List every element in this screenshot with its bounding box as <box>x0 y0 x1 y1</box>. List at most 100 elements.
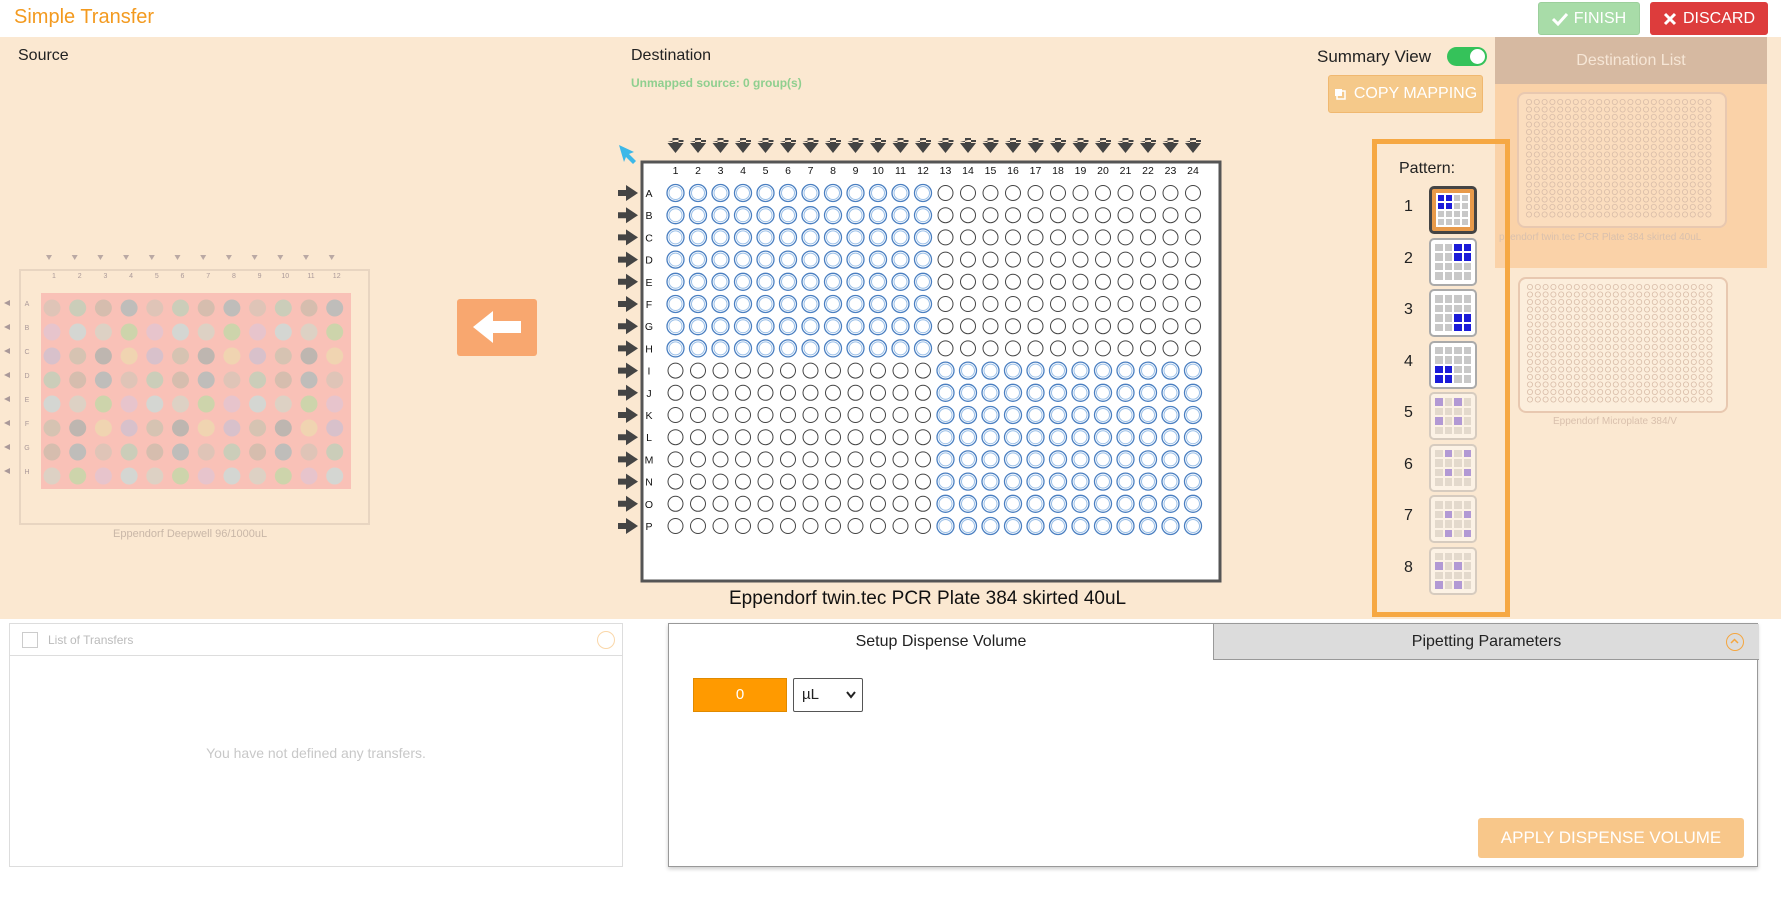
pattern-option-3[interactable] <box>1429 289 1477 337</box>
well[interactable] <box>1185 340 1201 357</box>
well-selected[interactable] <box>756 317 775 336</box>
well[interactable] <box>1095 185 1111 201</box>
well-selected[interactable] <box>913 183 933 203</box>
well-selected[interactable] <box>1093 516 1113 536</box>
well[interactable] <box>690 429 706 446</box>
well[interactable] <box>960 251 976 268</box>
well-selected[interactable] <box>733 294 753 314</box>
well[interactable] <box>1027 296 1044 312</box>
pattern-option-6[interactable] <box>1429 443 1477 492</box>
well[interactable] <box>1027 318 1044 335</box>
column-select-arrow[interactable] <box>757 138 774 153</box>
well[interactable] <box>667 451 684 468</box>
well-selected[interactable] <box>981 494 1000 513</box>
well-selected[interactable] <box>1003 383 1023 402</box>
well-selected[interactable] <box>1138 383 1158 402</box>
well-selected[interactable] <box>1183 516 1203 536</box>
row-select-arrow[interactable] <box>4 372 10 378</box>
well-selected[interactable] <box>1003 428 1023 447</box>
column-select-arrow[interactable] <box>780 138 796 153</box>
well-selected[interactable] <box>1071 405 1090 425</box>
well-selected[interactable] <box>913 317 933 336</box>
well[interactable] <box>1005 296 1021 312</box>
well[interactable] <box>757 362 774 379</box>
well-selected[interactable] <box>1003 450 1023 469</box>
well-selected[interactable] <box>1003 405 1023 425</box>
row-select-arrow[interactable] <box>618 273 638 290</box>
row-select-arrow[interactable] <box>618 518 638 534</box>
well[interactable] <box>780 362 796 379</box>
well[interactable] <box>915 451 931 468</box>
well[interactable] <box>757 384 774 401</box>
well[interactable] <box>960 340 976 357</box>
well-selected[interactable] <box>1116 516 1135 536</box>
well[interactable] <box>1162 251 1179 268</box>
well-selected[interactable] <box>801 317 820 336</box>
well-selected[interactable] <box>1116 450 1135 469</box>
well[interactable] <box>712 362 729 379</box>
well[interactable] <box>1095 251 1111 268</box>
row-select-arrow[interactable] <box>4 300 10 306</box>
well-selected[interactable] <box>823 339 843 358</box>
well-selected[interactable] <box>823 183 843 203</box>
well-selected[interactable] <box>846 206 865 225</box>
well-selected[interactable] <box>1003 494 1023 513</box>
well[interactable] <box>735 407 751 423</box>
well-selected[interactable] <box>1026 361 1045 380</box>
well[interactable] <box>1140 229 1156 246</box>
well[interactable] <box>960 318 976 335</box>
well[interactable] <box>735 473 751 490</box>
well-selected[interactable] <box>733 183 753 203</box>
well-selected[interactable] <box>1003 361 1023 380</box>
column-select-arrow[interactable] <box>982 138 999 153</box>
summary-view-toggle[interactable] <box>1447 47 1487 66</box>
well-selected[interactable] <box>688 250 708 269</box>
well[interactable] <box>802 473 819 490</box>
well-selected[interactable] <box>913 250 933 269</box>
pattern-option-2[interactable] <box>1429 237 1477 286</box>
well[interactable] <box>1140 251 1156 268</box>
well[interactable] <box>1117 296 1134 312</box>
pattern-option-8[interactable] <box>1429 546 1477 595</box>
column-select-arrow[interactable] <box>712 138 729 153</box>
well[interactable] <box>1050 185 1066 201</box>
well-selected[interactable] <box>1048 361 1068 380</box>
well[interactable] <box>1072 273 1089 290</box>
column-select-arrow[interactable] <box>328 255 335 260</box>
well-selected[interactable] <box>981 516 1000 536</box>
well-selected[interactable] <box>891 294 910 314</box>
well-selected[interactable] <box>1048 405 1068 425</box>
well[interactable] <box>735 429 751 446</box>
well[interactable] <box>1027 185 1044 201</box>
well-selected[interactable] <box>1093 383 1113 402</box>
well-selected[interactable] <box>981 405 1000 425</box>
well-selected[interactable] <box>666 206 685 225</box>
well[interactable] <box>847 384 864 401</box>
well-selected[interactable] <box>891 317 910 336</box>
well-selected[interactable] <box>1161 516 1180 536</box>
well-selected[interactable] <box>1161 472 1180 491</box>
well-selected[interactable] <box>711 250 730 269</box>
well[interactable] <box>847 451 864 468</box>
well-selected[interactable] <box>778 183 798 203</box>
well-selected[interactable] <box>733 339 753 358</box>
well-selected[interactable] <box>823 317 843 336</box>
well-selected[interactable] <box>801 294 820 314</box>
row-select-arrow[interactable] <box>618 362 638 379</box>
well[interactable] <box>667 362 684 379</box>
collapse-icon[interactable] <box>1726 633 1744 651</box>
well[interactable] <box>825 495 841 512</box>
column-select-arrow[interactable] <box>1140 138 1156 153</box>
row-select-arrow[interactable] <box>4 468 10 474</box>
unit-select[interactable]: µL <box>793 678 863 712</box>
well[interactable] <box>1185 273 1201 290</box>
well-selected[interactable] <box>936 428 955 447</box>
well[interactable] <box>937 340 954 357</box>
column-select-arrow[interactable] <box>277 255 284 260</box>
well[interactable] <box>667 473 684 490</box>
column-select-arrow[interactable] <box>1185 138 1201 153</box>
well[interactable] <box>1095 296 1111 312</box>
well-selected[interactable] <box>756 206 775 225</box>
well[interactable] <box>1072 296 1089 312</box>
well-selected[interactable] <box>666 250 685 269</box>
